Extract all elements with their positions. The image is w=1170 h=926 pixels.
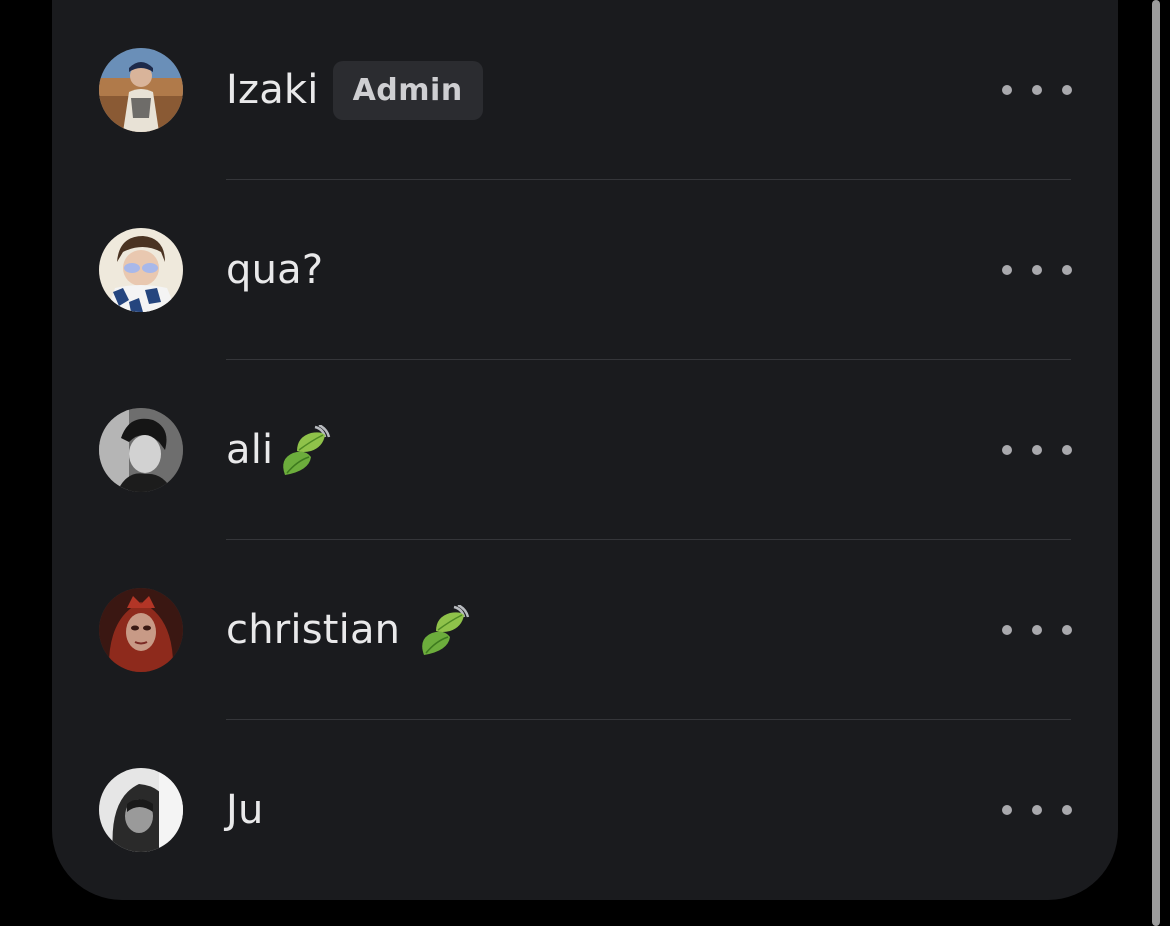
- member-name: christian: [226, 607, 401, 653]
- avatar[interactable]: [99, 408, 183, 492]
- member-row-ali[interactable]: ali: [52, 360, 1118, 540]
- member-name-wrap: qua?: [226, 180, 323, 360]
- member-name-wrap: Izaki Admin: [226, 0, 483, 180]
- more-horizontal-icon: [1002, 85, 1012, 95]
- member-name-wrap: ali: [226, 360, 333, 540]
- more-horizontal-icon: [1002, 265, 1012, 275]
- more-horizontal-icon-dot: [1032, 805, 1042, 815]
- more-horizontal-icon: [1002, 445, 1012, 455]
- avatar[interactable]: [99, 588, 183, 672]
- leaf-fluttering-emoji-icon: [422, 605, 470, 655]
- more-horizontal-icon: [1002, 805, 1012, 815]
- avatar[interactable]: [99, 768, 183, 852]
- avatar-sunglasses-photo: [99, 228, 183, 312]
- more-horizontal-icon-dot: [1062, 85, 1072, 95]
- more-horizontal-icon-dot: [1032, 445, 1042, 455]
- more-options-button[interactable]: [1002, 614, 1072, 646]
- member-name: qua?: [226, 247, 324, 293]
- members-panel: Izaki Admin qua? ali christian Ju: [52, 0, 1118, 900]
- admin-badge: Admin: [332, 60, 483, 120]
- more-horizontal-icon-dot: [1032, 265, 1042, 275]
- member-name-wrap: christian: [226, 540, 472, 720]
- more-horizontal-icon-dot: [1032, 625, 1042, 635]
- member-name-wrap: Ju: [226, 720, 264, 900]
- leaf-fluttering-emoji-icon: [283, 425, 331, 475]
- more-horizontal-icon-dot: [1062, 625, 1072, 635]
- more-options-button[interactable]: [1002, 74, 1072, 106]
- avatar-monochrome-photo: [99, 408, 183, 492]
- more-horizontal-icon: [1002, 625, 1012, 635]
- more-horizontal-icon-dot: [1062, 805, 1072, 815]
- avatar-desert-photo: [99, 48, 183, 132]
- more-horizontal-icon-dot: [1062, 445, 1072, 455]
- scrollbar[interactable]: [1152, 0, 1160, 926]
- member-row-qua[interactable]: qua?: [52, 180, 1118, 360]
- member-name: ali: [226, 427, 274, 473]
- member-row-izaki[interactable]: Izaki Admin: [52, 0, 1118, 180]
- more-options-button[interactable]: [1002, 254, 1072, 286]
- member-list-screen: Izaki Admin qua? ali christian Ju: [0, 0, 1170, 926]
- more-options-button[interactable]: [1002, 794, 1072, 826]
- avatar[interactable]: [99, 228, 183, 312]
- avatar[interactable]: [99, 48, 183, 132]
- member-name: Ju: [226, 787, 264, 833]
- more-horizontal-icon-dot: [1062, 265, 1072, 275]
- avatar-grayscale-photo: [99, 768, 183, 852]
- member-name: Izaki: [226, 67, 319, 113]
- more-horizontal-icon-dot: [1032, 85, 1042, 95]
- member-row-ju[interactable]: Ju: [52, 720, 1118, 900]
- more-options-button[interactable]: [1002, 434, 1072, 466]
- avatar-red-hair-photo: [99, 588, 183, 672]
- member-row-christian[interactable]: christian: [52, 540, 1118, 720]
